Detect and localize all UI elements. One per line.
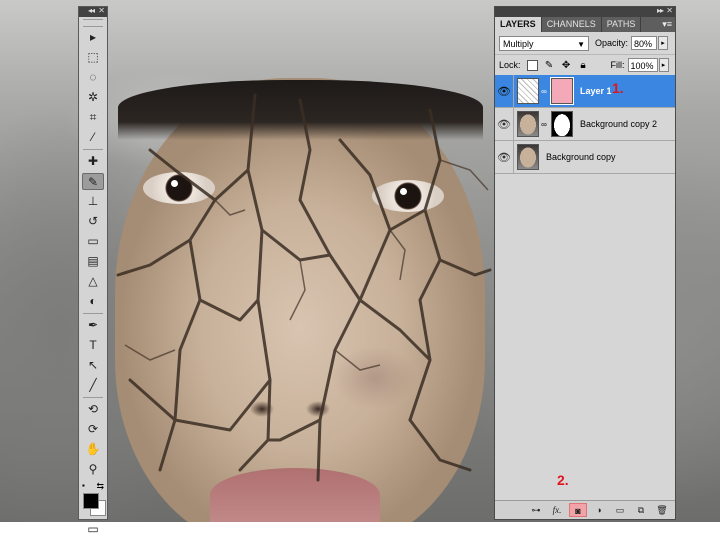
layers-panel-header[interactable]: ▸▸ ✕: [495, 6, 675, 17]
layer-name: Layer 1: [580, 86, 612, 96]
mask-link-icon[interactable]: ∞: [540, 120, 548, 129]
marquee-tool-icon[interactable]: ⬚: [82, 49, 104, 66]
lock-label: Lock:: [499, 60, 521, 70]
opacity-field[interactable]: 80%: [631, 36, 658, 50]
tools-panel: ◂◂ ✕ ▸ ⬚ ◌ ✲ ⌗ ⁄ ✚ ✎ ⊥ ↺ ▭ ▤ △ ◐ ✒ T ↖ ╱ ⟲ ⟳ ✋ ⚲ ▪ ⇆ ▭: [78, 6, 108, 536]
fill-slider-button[interactable]: ▸: [658, 58, 669, 72]
fill-label: Fill:: [610, 60, 625, 70]
link-layers-button[interactable]: ⊶: [527, 503, 545, 517]
layer-row-background-copy-2[interactable]: 👁︎ ∞ Background copy 2: [495, 108, 675, 141]
panel-menu-icon[interactable]: ▾≡: [662, 17, 672, 32]
lock-pixels-icon[interactable]: ✎: [544, 60, 555, 71]
type-tool-icon[interactable]: T: [82, 337, 104, 354]
clone-stamp-tool-icon[interactable]: ⊥: [82, 193, 104, 210]
panel-tabs: LAYERS CHANNELS PATHS ▾≡: [495, 17, 675, 32]
quick-selection-tool-icon[interactable]: ✲: [82, 89, 104, 106]
collapse-icon[interactable]: ▸▸: [657, 6, 664, 15]
tab-paths[interactable]: PATHS: [602, 17, 642, 32]
layer-style-button[interactable]: fx.: [548, 503, 566, 517]
annotation-marker-1: 1.: [612, 80, 624, 96]
lasso-tool-icon[interactable]: ◌: [82, 69, 104, 86]
swap-colors-icon[interactable]: ⇆: [96, 481, 104, 492]
default-colors-icon[interactable]: ▪: [82, 481, 85, 490]
layer-thumbnail: [517, 78, 539, 104]
layer-list: 👁︎ ∞ Layer 1 👁︎ ∞ Background copy 2 👁︎ B…: [495, 75, 675, 174]
foreground-color-swatch[interactable]: [83, 493, 99, 509]
line-tool-icon[interactable]: ╱: [82, 377, 104, 394]
close-icon[interactable]: ✕: [98, 6, 105, 15]
new-group-button[interactable]: ▭: [611, 503, 629, 517]
tab-channels[interactable]: CHANNELS: [542, 17, 602, 32]
color-swatches: ▪ ⇆: [79, 481, 107, 519]
chevron-down-icon: ▼: [577, 39, 585, 49]
blend-mode-select[interactable]: Multiply ▼: [499, 35, 589, 51]
tab-layers[interactable]: LAYERS: [495, 17, 542, 32]
path-selection-tool-icon[interactable]: ↖: [82, 357, 104, 374]
layer-thumbnail: [517, 111, 539, 137]
layer-row-layer-1[interactable]: 👁︎ ∞ Layer 1: [495, 75, 675, 108]
new-layer-button[interactable]: ⧉: [632, 503, 650, 517]
annotation-marker-2: 2.: [557, 472, 569, 488]
eraser-tool-icon[interactable]: ▭: [82, 233, 104, 250]
lock-position-icon[interactable]: ✥: [561, 60, 572, 71]
dodge-tool-icon[interactable]: ◐: [82, 293, 104, 310]
layer-mask-thumbnail[interactable]: [551, 111, 573, 137]
history-brush-tool-icon[interactable]: ↺: [82, 213, 104, 230]
layers-panel: ▸▸ ✕ LAYERS CHANNELS PATHS ▾≡ Multiply ▼…: [494, 6, 676, 520]
opacity-label: Opacity:: [595, 38, 629, 48]
tool-list: ▸ ⬚ ◌ ✲ ⌗ ⁄ ✚ ✎ ⊥ ↺ ▭ ▤ △ ◐ ✒ T ↖ ╱ ⟲ ⟳ ✋ ⚲: [79, 29, 107, 478]
visibility-eye-icon[interactable]: 👁︎: [495, 108, 514, 140]
visibility-eye-icon[interactable]: 👁︎: [495, 141, 514, 173]
quick-mask-button[interactable]: ▭: [82, 521, 104, 538]
delete-layer-button[interactable]: 🗑︎: [653, 503, 671, 517]
tool-separator: [83, 313, 103, 314]
tool-separator: [83, 397, 103, 398]
collapse-icon[interactable]: ◂◂: [88, 6, 95, 15]
eyedropper-tool-icon[interactable]: ⁄: [82, 129, 104, 146]
blend-row: Multiply ▼ Opacity: 80% ▸: [495, 32, 675, 55]
opacity-slider-button[interactable]: ▸: [658, 36, 669, 50]
layer-row-background-copy[interactable]: 👁︎ Background copy: [495, 141, 675, 174]
layer-thumbnail: [517, 144, 539, 170]
add-layer-mask-button[interactable]: ◙: [569, 503, 587, 517]
visibility-eye-icon[interactable]: 👁︎: [495, 75, 514, 107]
mask-link-icon[interactable]: ∞: [540, 87, 548, 96]
blur-tool-icon[interactable]: △: [82, 273, 104, 290]
blend-mode-value: Multiply: [503, 38, 534, 49]
lock-all-icon[interactable]: 🔒︎: [578, 60, 589, 71]
brush-tool-icon[interactable]: ✎: [82, 173, 104, 190]
lock-row: Lock: ✎ ✥ 🔒︎ Fill: 100% ▸: [495, 55, 675, 76]
layers-panel-footer: ⊶ fx. ◙ ◑ ▭ ⧉ 🗑︎: [495, 500, 675, 519]
fill-field[interactable]: 100%: [627, 58, 658, 72]
layer-name: Background copy: [546, 152, 616, 162]
adjustment-layer-button[interactable]: ◑: [590, 503, 608, 517]
tools-panel-header[interactable]: ◂◂ ✕: [79, 6, 107, 17]
hand-tool-icon[interactable]: ✋: [82, 441, 104, 458]
tool-separator: [83, 149, 103, 150]
panel-grip[interactable]: [83, 19, 103, 27]
3d-orbit-tool-icon[interactable]: ⟳: [82, 421, 104, 438]
close-icon[interactable]: ✕: [666, 6, 673, 15]
crop-tool-icon[interactable]: ⌗: [82, 109, 104, 126]
pen-tool-icon[interactable]: ✒: [82, 317, 104, 334]
zoom-tool-icon[interactable]: ⚲: [82, 461, 104, 478]
healing-brush-tool-icon[interactable]: ✚: [82, 153, 104, 170]
layer-mask-thumbnail[interactable]: [550, 77, 574, 105]
gradient-tool-icon[interactable]: ▤: [82, 253, 104, 270]
layer-name: Background copy 2: [580, 119, 658, 129]
move-tool-icon[interactable]: ▸: [82, 29, 104, 46]
3d-rotate-tool-icon[interactable]: ⟲: [82, 401, 104, 418]
lock-transparency-icon[interactable]: [526, 59, 538, 71]
